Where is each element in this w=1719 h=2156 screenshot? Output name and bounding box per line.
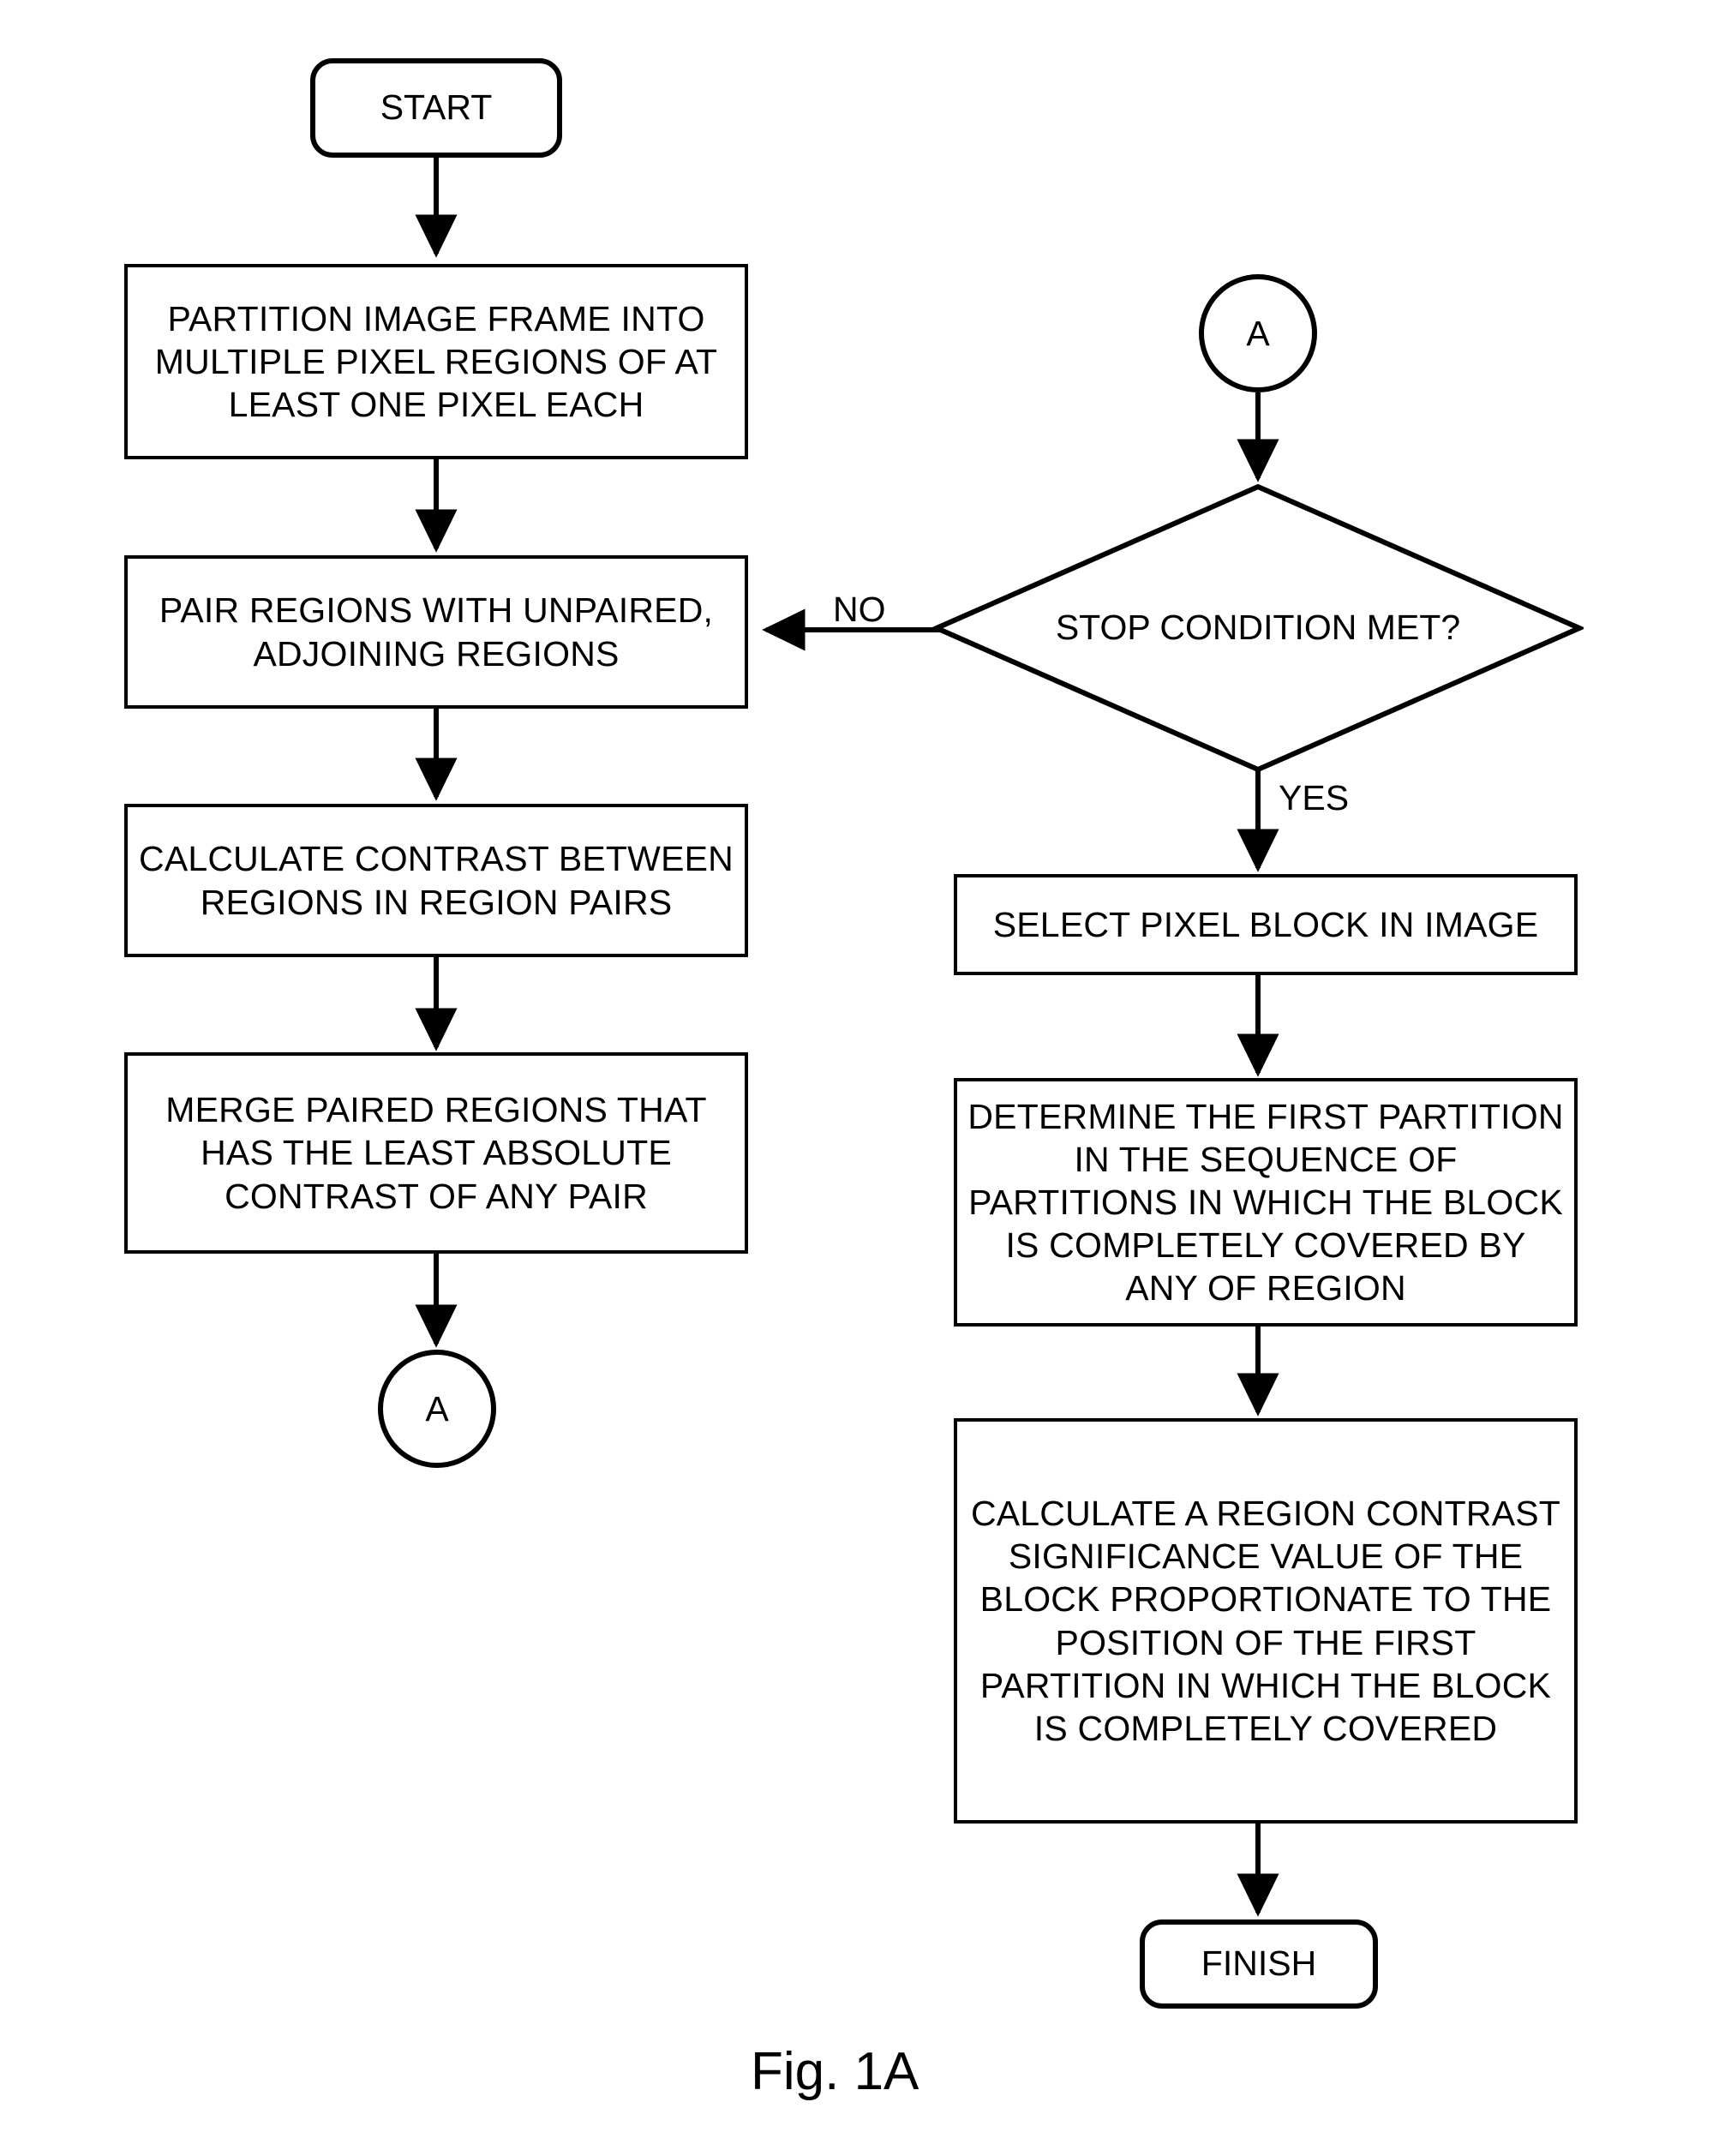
edge-label-yes: YES bbox=[1279, 778, 1350, 817]
connector-a-incoming-label: A bbox=[1246, 313, 1270, 353]
select-pixel-block-step: SELECT PIXEL BLOCK IN IMAGE bbox=[954, 874, 1578, 975]
stop-condition-decision: STOP CONDITION MET? bbox=[932, 482, 1584, 774]
edge-label-no: NO bbox=[833, 590, 886, 629]
connector-a-incoming: A bbox=[1199, 274, 1317, 392]
figure-canvas: START PARTITION IMAGE FRAME INTO MULTIPL… bbox=[0, 0, 1719, 2156]
select-pixel-block-label: SELECT PIXEL BLOCK IN IMAGE bbox=[992, 904, 1539, 944]
start-label: START bbox=[380, 87, 493, 128]
calculate-significance-label: CALCULATE A REGION CONTRAST SIGNIFICANCE… bbox=[970, 1494, 1561, 1748]
figure-caption: Fig. 1A bbox=[751, 2042, 919, 2101]
pair-regions-step: PAIR REGIONS WITH UNPAIRED, ADJOINING RE… bbox=[124, 555, 748, 709]
determine-first-partition-step: DETERMINE THE FIRST PARTITION IN THE SEQ… bbox=[954, 1078, 1578, 1327]
partition-image-frame-label: PARTITION IMAGE FRAME INTO MULTIPLE PIXE… bbox=[154, 298, 718, 424]
finish-label: FINISH bbox=[1201, 1943, 1317, 1984]
calculate-significance-step: CALCULATE A REGION CONTRAST SIGNIFICANCE… bbox=[954, 1418, 1578, 1824]
pair-regions-label: PAIR REGIONS WITH UNPAIRED, ADJOINING RE… bbox=[159, 590, 714, 674]
merge-paired-regions-label: MERGE PAIRED REGIONS THAT HAS THE LEAST … bbox=[165, 1090, 707, 1216]
finish-terminator: FINISH bbox=[1140, 1919, 1378, 2009]
connector-a-outgoing-label: A bbox=[425, 1388, 449, 1428]
merge-paired-regions-step: MERGE PAIRED REGIONS THAT HAS THE LEAST … bbox=[124, 1052, 748, 1254]
partition-image-frame-step: PARTITION IMAGE FRAME INTO MULTIPLE PIXE… bbox=[124, 264, 748, 459]
determine-first-partition-label: DETERMINE THE FIRST PARTITION IN THE SEQ… bbox=[967, 1096, 1564, 1309]
calculate-contrast-step: CALCULATE CONTRAST BETWEEN REGIONS IN RE… bbox=[124, 804, 748, 957]
start-terminator: START bbox=[310, 58, 562, 158]
connector-a-outgoing: A bbox=[378, 1350, 496, 1468]
stop-condition-label: STOP CONDITION MET? bbox=[1055, 608, 1461, 648]
calculate-contrast-label: CALCULATE CONTRAST BETWEEN REGIONS IN RE… bbox=[139, 839, 734, 922]
